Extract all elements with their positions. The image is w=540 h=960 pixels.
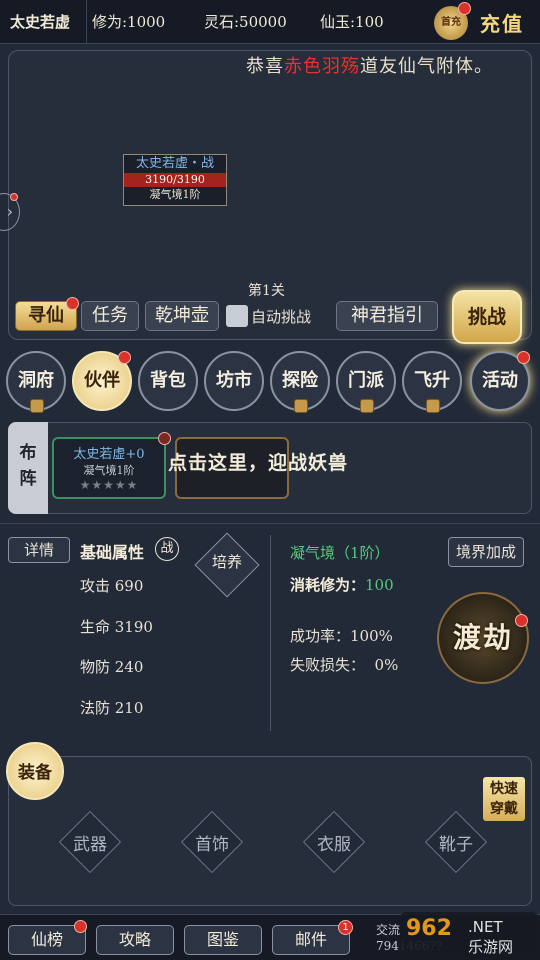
nav-label: 探险 xyxy=(282,370,318,391)
equip-slot-weapon[interactable]: 武器 xyxy=(58,810,122,874)
nav-label: 伙伴 xyxy=(84,370,120,391)
formation-tab[interactable]: 布阵 xyxy=(8,422,48,514)
atlas-button[interactable]: 图鉴 xyxy=(184,925,262,955)
nav-explore[interactable]: 探险 xyxy=(270,351,330,413)
red-dot-badge xyxy=(158,432,171,445)
lock-icon xyxy=(360,399,374,413)
lock-icon xyxy=(294,399,308,413)
red-dot-badge xyxy=(517,351,530,364)
partner-stars: ★★★★★ xyxy=(79,478,139,492)
stage-level: 第1关 xyxy=(248,283,285,299)
equip-slot-accessory[interactable]: 首饰 xyxy=(180,810,244,874)
auto-challenge-label: 自动挑战 xyxy=(251,308,312,326)
immortal-jade-value: 仙玉:100 xyxy=(320,13,384,31)
divider xyxy=(86,0,87,44)
player-name: 太史若虚 xyxy=(10,13,71,31)
cultivate-label: 培养 xyxy=(211,553,242,571)
divider xyxy=(0,523,540,524)
cost-line: 消耗修为：100 xyxy=(290,574,394,595)
spirit-stone-value: 灵石:50000 xyxy=(204,13,287,31)
watermark-cn: 乐游网 xyxy=(468,938,514,956)
nav-label: 洞府 xyxy=(18,370,54,391)
red-dot-badge xyxy=(10,193,18,201)
quick-equip-label: 快速穿戴 xyxy=(490,781,518,817)
stat-hp: 生命 3190 xyxy=(80,618,153,636)
recharge-label: 充值 xyxy=(480,12,524,36)
partner-name: 太史若虚+0 xyxy=(73,447,145,462)
enemy-card[interactable]: 太史若虚・战 3190/3190 凝气境1阶 xyxy=(123,154,227,206)
enemy-realm: 凝气境1阶 xyxy=(149,188,201,201)
site-watermark: 962 .NET 乐游网 xyxy=(400,912,538,958)
cost-value: 100 xyxy=(365,576,394,594)
nav-backpack[interactable]: 背包 xyxy=(138,351,198,411)
challenge-button[interactable]: 挑战 xyxy=(452,290,522,344)
mail-count-badge: 1 xyxy=(338,920,353,935)
guide-button[interactable]: 神君指引 xyxy=(336,301,438,331)
watermark-net: .NET xyxy=(468,918,503,936)
watermark-brand: 962 xyxy=(406,916,452,941)
partner-realm: 凝气境1阶 xyxy=(83,464,135,477)
notice-prefix: 恭喜 xyxy=(246,56,284,77)
nav-cave[interactable]: 洞府 xyxy=(6,351,66,413)
quick-equip-button[interactable]: 快速穿戴 xyxy=(483,777,525,821)
lock-icon xyxy=(426,399,440,413)
stat-phys-def: 物防 240 xyxy=(80,658,144,676)
nav-label: 背包 xyxy=(150,370,186,391)
divider xyxy=(270,535,271,731)
equipment-tab[interactable]: 装备 xyxy=(6,742,64,800)
slot-label: 武器 xyxy=(73,835,107,855)
basic-attributes-title: 基础属性 xyxy=(80,543,145,562)
red-dot-badge xyxy=(515,614,528,627)
qiankun-pot-button[interactable]: 乾坤壶 xyxy=(145,301,219,331)
nav-sect[interactable]: 门派 xyxy=(336,351,396,413)
notice-player-name: 赤色羽殇 xyxy=(284,56,360,77)
cultivation-value: 修为:1000 xyxy=(92,13,166,31)
slot-label: 靴子 xyxy=(439,835,473,855)
nav-label: 门派 xyxy=(348,370,384,391)
realm-bonus-button[interactable]: 境界加成 xyxy=(448,537,524,567)
formation-hint: 点击这里，迎战妖兽 xyxy=(168,452,349,474)
enemy-hp-bar: 3190/3190 xyxy=(124,173,226,187)
nav-label: 飞升 xyxy=(414,370,450,391)
stat-attack: 攻击 690 xyxy=(80,577,144,595)
recharge-button[interactable]: 首充 充值 xyxy=(430,2,538,42)
enemy-name: 太史若虚・战 xyxy=(135,156,214,171)
nav-label: 活动 xyxy=(482,370,518,391)
formation-tab-label: 布阵 xyxy=(19,443,37,489)
partner-card[interactable]: 太史若虚+0 凝气境1阶 ★★★★★ xyxy=(52,437,166,499)
auto-challenge-checkbox[interactable] xyxy=(226,305,248,327)
tribulation-button[interactable]: 渡劫 xyxy=(437,592,529,684)
red-dot-badge xyxy=(458,2,471,15)
strategy-button[interactable]: 攻略 xyxy=(96,925,174,955)
nav-market[interactable]: 坊市 xyxy=(204,351,264,411)
slot-label: 首饰 xyxy=(195,835,229,855)
task-button[interactable]: 任务 xyxy=(81,301,139,331)
red-dot-badge xyxy=(118,351,131,364)
nav-ascend[interactable]: 飞升 xyxy=(402,351,462,413)
success-rate: 成功率：100% xyxy=(290,627,393,645)
battle-tag: 战 xyxy=(155,537,179,561)
red-dot-badge xyxy=(74,920,87,933)
detail-button[interactable]: 详情 xyxy=(8,537,70,563)
equip-slot-clothes[interactable]: 衣服 xyxy=(302,810,366,874)
notice-suffix: 道友仙气附体。 xyxy=(360,56,493,77)
lock-icon xyxy=(30,399,44,413)
slot-label: 衣服 xyxy=(317,835,351,855)
realm-level: 凝气境（1阶） xyxy=(290,544,390,562)
equip-slot-boots[interactable]: 靴子 xyxy=(424,810,488,874)
stat-magic-def: 法防 210 xyxy=(80,699,144,717)
cost-label: 消耗修为： xyxy=(290,576,366,594)
fail-loss: 失败损失： 0% xyxy=(290,656,399,674)
nav-label: 坊市 xyxy=(216,370,252,391)
system-notice: 恭喜赤色羽殇道友仙气附体。 xyxy=(246,52,531,78)
red-dot-badge xyxy=(66,297,79,310)
